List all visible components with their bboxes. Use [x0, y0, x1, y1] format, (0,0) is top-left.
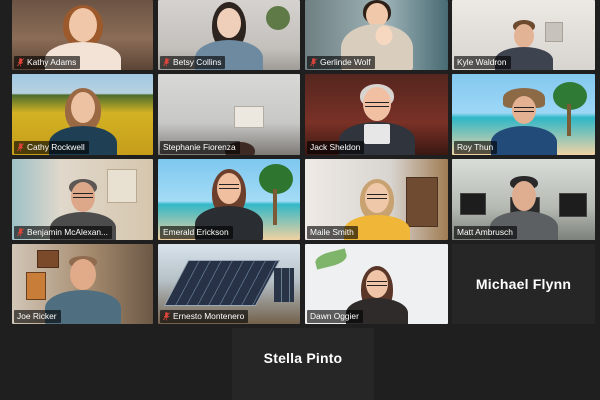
video-off-tile[interactable]: Stella Pinto: [232, 328, 374, 400]
participant-name: Emerald Erickson: [163, 227, 229, 237]
participant-name-label: Ernesto Montenero: [160, 310, 249, 323]
participant-name: Jack Sheldon: [310, 142, 361, 152]
video-tile[interactable]: Joe Ricker: [12, 244, 153, 324]
microphone-muted-icon: [17, 58, 24, 67]
plant: [266, 6, 290, 30]
microphone-muted-icon: [17, 228, 24, 237]
participant-name: Kyle Waldron: [457, 57, 507, 67]
participant-face: [217, 8, 241, 38]
participant-name: Gerlinde Wolf: [320, 57, 371, 67]
video-tile[interactable]: Ernesto Montenero: [158, 244, 300, 324]
participant-name-label: Betsy Collins: [160, 56, 226, 69]
video-tile[interactable]: Roy Thun: [452, 74, 595, 155]
wall-map: [107, 169, 137, 203]
glasses-icon: [366, 194, 387, 199]
participant-name-label: Emerald Erickson: [160, 226, 233, 239]
participant-name: Ernesto Montenero: [173, 311, 245, 321]
glasses-icon: [72, 193, 93, 198]
glasses-icon: [219, 184, 239, 189]
video-tile[interactable]: Cathy Rockwell: [12, 74, 153, 155]
video-tile[interactable]: Emerald Erickson: [158, 159, 300, 240]
participant-face: [511, 181, 536, 211]
participant-name-label: Kathy Adams: [14, 56, 81, 69]
participant-name-label: Benjamin McAlexan...: [14, 226, 112, 239]
participant-shirt: [363, 124, 390, 144]
microphone-muted-icon: [163, 312, 170, 321]
video-tile[interactable]: Maile Smith: [305, 159, 448, 240]
window: [234, 106, 264, 128]
participant-name-label: Roy Thun: [454, 141, 498, 154]
participant-name-label: Dawn Oggier: [307, 310, 363, 323]
glasses-icon: [513, 107, 534, 112]
monitor-right: [559, 193, 587, 217]
glasses-icon: [366, 281, 387, 286]
participant-name: Betsy Collins: [173, 57, 222, 67]
participant-face: [513, 24, 534, 48]
video-off-tile[interactable]: Michael Flynn: [452, 244, 595, 324]
microphone-muted-icon: [310, 58, 317, 67]
video-tile[interactable]: Betsy Collins: [158, 0, 300, 70]
participant-name: Kathy Adams: [27, 57, 77, 67]
child-face: [375, 26, 393, 45]
wall-picture: [26, 272, 46, 300]
bookshelf: [406, 177, 438, 227]
video-tile[interactable]: Gerlinde Wolf: [305, 0, 448, 70]
video-tile[interactable]: Jack Sheldon: [305, 74, 448, 155]
video-tile[interactable]: Stephanie Fiorenza: [158, 74, 300, 155]
video-tile[interactable]: Kathy Adams: [12, 0, 153, 70]
wall-frame: [545, 22, 563, 42]
participant-name-label: Matt Ambrusch: [454, 226, 517, 239]
participant-name: Maile Smith: [310, 227, 354, 237]
participant-name: Cathy Rockwell: [27, 142, 85, 152]
participant-name-label: Joe Ricker: [14, 310, 61, 323]
participant-name: Roy Thun: [457, 142, 494, 152]
glasses-icon: [364, 102, 389, 107]
participant-name: Joe Ricker: [17, 311, 57, 321]
participant-name-label: Kyle Waldron: [454, 56, 511, 69]
video-tile[interactable]: Kyle Waldron: [452, 0, 595, 70]
participant-name-label: Gerlinde Wolf: [307, 56, 375, 69]
participant-name-label: Maile Smith: [307, 226, 358, 239]
participant-name: Matt Ambrusch: [457, 227, 513, 237]
participant-face: [70, 92, 95, 123]
participant-name: Stephanie Fiorenza: [163, 142, 236, 152]
solar-panel-side: [274, 268, 294, 302]
zoom-gallery-view: Kathy Adams Betsy Collins Gerlinde Wolf …: [0, 0, 600, 400]
participant-name: Benjamin McAlexan...: [27, 227, 108, 237]
participant-face: [68, 8, 97, 42]
participant-name-display: Stella Pinto: [263, 350, 343, 366]
palm-trunk: [273, 189, 277, 225]
participant-name-display: Michael Flynn: [475, 276, 572, 292]
microphone-muted-icon: [17, 143, 24, 152]
palm-trunk: [567, 104, 571, 136]
participant-name-label: Jack Sheldon: [307, 141, 365, 154]
monitor-left: [460, 193, 486, 215]
participant-name-label: Stephanie Fiorenza: [160, 141, 240, 154]
participant-name-label: Cathy Rockwell: [14, 141, 89, 154]
participant-name: Dawn Oggier: [310, 311, 359, 321]
video-tile[interactable]: Benjamin McAlexan...: [12, 159, 153, 240]
participant-face: [69, 259, 96, 290]
participant-body: [490, 126, 557, 155]
video-tile[interactable]: Dawn Oggier: [305, 244, 448, 324]
video-tile-active-speaker[interactable]: Matt Ambrusch: [452, 159, 595, 240]
wall-picture: [37, 250, 59, 268]
microphone-muted-icon: [163, 58, 170, 67]
